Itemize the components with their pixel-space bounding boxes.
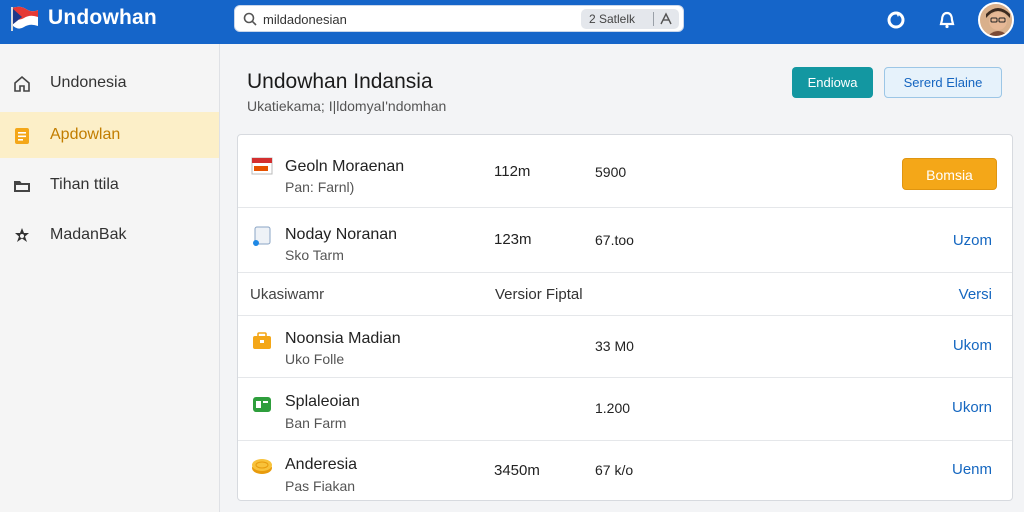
item-action-link[interactable]: Uenm <box>952 461 992 478</box>
sync-icon[interactable] <box>886 10 906 30</box>
avatar-face-icon <box>980 4 1012 36</box>
page-subtitle: Ukatiekama; I|ldomyaI'ndomhan <box>247 98 447 114</box>
sidebar-item-label: Apdowlan <box>50 126 121 143</box>
sidebar-item-home[interactable]: Undonesia <box>0 60 219 106</box>
search-filter-label: 2 Satlelk <box>589 12 636 26</box>
item-action-link[interactable]: Ukorn <box>952 399 992 416</box>
brand[interactable]: Undowhan <box>10 4 157 32</box>
document-icon <box>15 128 29 144</box>
folder-icon <box>14 181 30 192</box>
page-title: Undowhan Indansia <box>247 70 433 93</box>
sidebar: Undonesia Apdowlan Tihan ttila MadanBak <box>0 44 220 512</box>
sidebar-item-apdowlan[interactable]: Apdowlan <box>0 112 219 158</box>
items-panel: Geoln Moraenan Pan: Farnl) 112m 5900 Bom… <box>237 134 1013 501</box>
coin-icon <box>252 459 272 474</box>
list-item[interactable]: Noonsia Madian Uko Folle 33 M0 Ukom <box>238 316 1012 378</box>
item-subtitle: Sko Tarm <box>285 247 344 263</box>
item-action-button[interactable]: Bomsia <box>902 158 997 190</box>
item-action-link[interactable]: Ukom <box>953 337 992 354</box>
sidebar-item-files[interactable]: Tihan ttila <box>0 162 219 208</box>
item-title: Geoln Moraenan <box>285 158 405 175</box>
section-label: Ukasiwamr <box>250 286 325 303</box>
item-value: 67 k/o <box>595 462 634 478</box>
sidebar-item-label: MadanBak <box>50 226 127 243</box>
search-input[interactable] <box>263 9 563 29</box>
file-icon <box>253 226 271 246</box>
notification-icon[interactable] <box>937 10 957 30</box>
search-icon <box>243 12 257 26</box>
item-size: 3450m <box>494 462 540 479</box>
home-icon <box>14 75 30 92</box>
item-size: 112m <box>494 163 531 180</box>
item-title: Noday Noranan <box>285 226 398 243</box>
app-icon <box>253 397 271 412</box>
search-filter-pill[interactable]: 2 Satlelk <box>581 9 679 29</box>
item-value: 33 M0 <box>595 338 634 354</box>
section-header-row: Ukasiwamr Versior Fiptal Versi <box>238 273 1012 316</box>
item-subtitle: Pan: Farnl) <box>285 179 355 195</box>
sidebar-item-label: Tihan ttila <box>50 176 119 193</box>
item-title: Anderesia <box>285 456 358 473</box>
settings-icon <box>15 228 29 242</box>
expand-icon[interactable] <box>659 12 673 26</box>
item-value: 67.too <box>595 232 634 248</box>
search-bar[interactable]: 2 Satlelk <box>234 5 684 32</box>
item-subtitle: Uko Folle <box>285 351 345 367</box>
flag-icon <box>251 157 273 175</box>
list-item[interactable]: Splaleoian Ban Farm 1.200 Ukorn <box>238 378 1012 441</box>
app-title: Undowhan <box>48 6 157 29</box>
section-action-link[interactable]: Versi <box>959 286 992 303</box>
list-item[interactable]: Anderesia Pas Fiakan 3450m 67 k/o Uenm <box>238 441 1012 500</box>
item-subtitle: Pas Fiakan <box>285 478 356 494</box>
briefcase-icon <box>253 332 271 349</box>
user-avatar[interactable] <box>978 2 1014 38</box>
primary-action-button[interactable]: Endiowa <box>792 67 873 98</box>
item-subtitle: Ban Farm <box>285 415 347 431</box>
list-item[interactable]: Noday Noranan Sko Tarm 123m 67.too Uzom <box>238 208 1012 273</box>
top-bar: Undowhan 2 Satlelk <box>0 0 1024 44</box>
item-size: 123m <box>494 231 532 248</box>
sidebar-item-label: Undonesia <box>50 74 127 91</box>
sidebar-item-madanbak[interactable]: MadanBak <box>0 212 219 258</box>
item-value: 5900 <box>595 164 627 180</box>
item-value: 1.200 <box>595 400 631 416</box>
item-action-link[interactable]: Uzom <box>953 232 992 249</box>
secondary-action-button[interactable]: Sererd Elaine <box>884 67 1002 98</box>
section-column: Versior Fiptal <box>495 286 583 303</box>
list-item[interactable]: Geoln Moraenan Pan: Farnl) 112m 5900 Bom… <box>238 135 1012 208</box>
divider <box>653 12 654 26</box>
flag-logo-icon <box>11 6 38 31</box>
item-title: Noonsia Madian <box>285 330 401 347</box>
item-title: Splaleoian <box>285 393 360 410</box>
